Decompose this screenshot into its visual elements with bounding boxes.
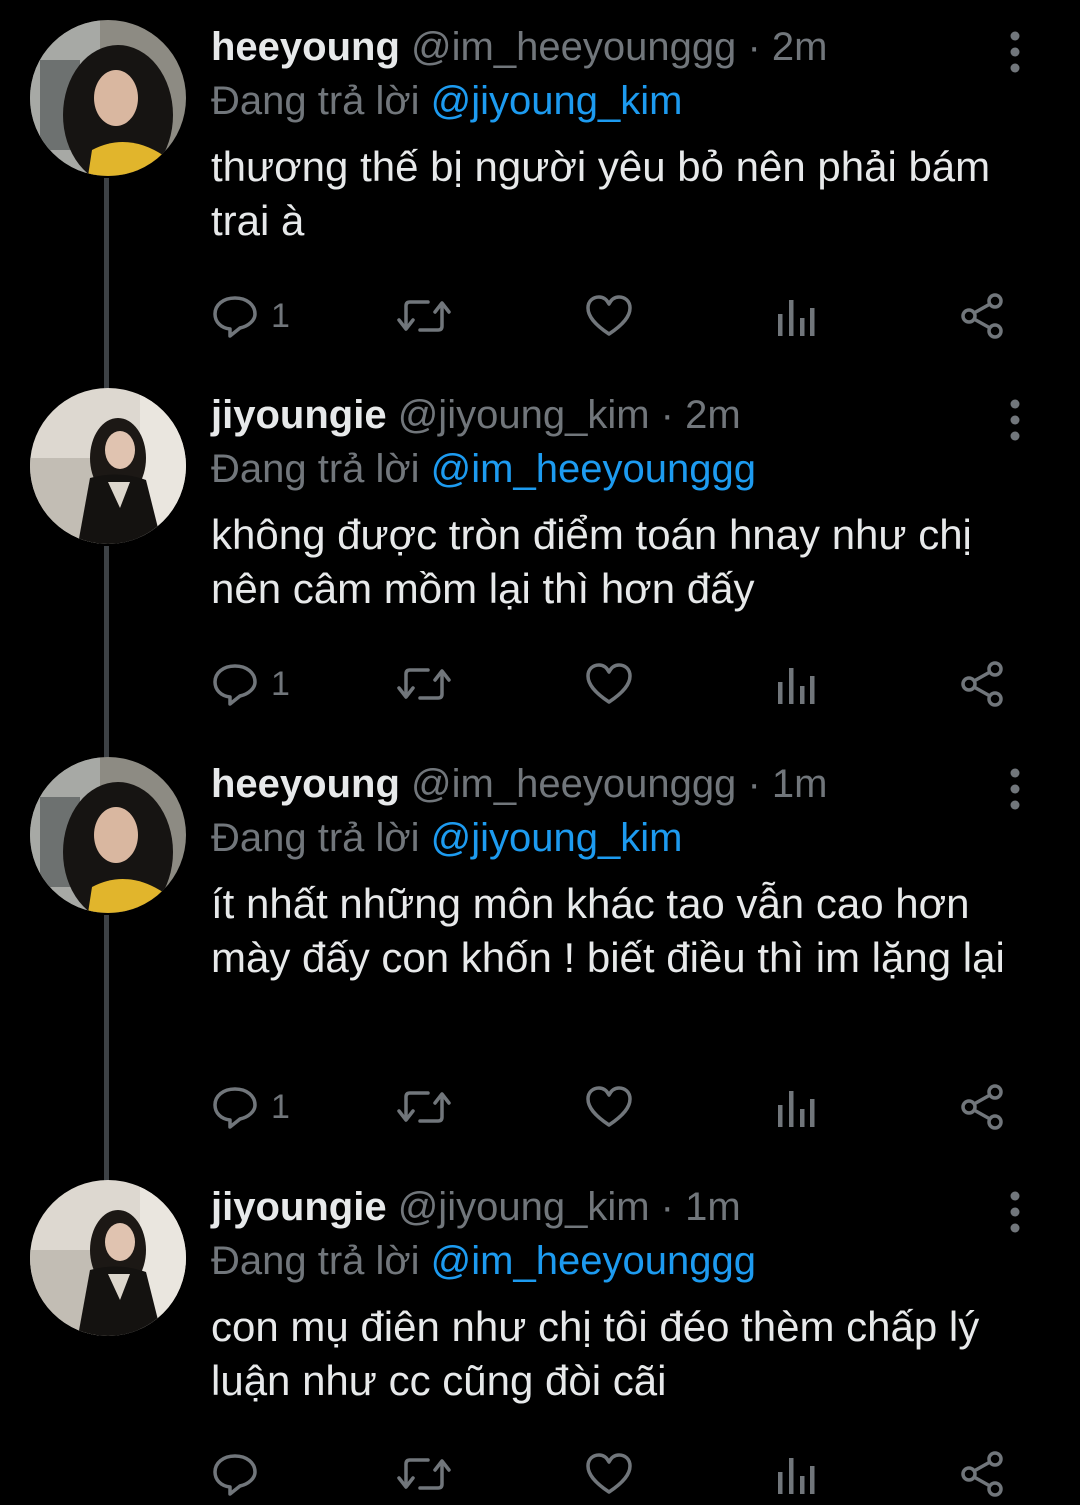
like-icon — [584, 292, 634, 340]
share-icon — [959, 1083, 1005, 1131]
analytics-icon — [774, 1083, 818, 1131]
reply-icon — [211, 1083, 259, 1131]
like-button[interactable] — [584, 1077, 634, 1137]
like-icon — [584, 660, 634, 708]
user-handle[interactable]: @jiyoung_kim — [398, 393, 650, 437]
action-bar: 1 — [211, 654, 1011, 714]
separator-dot: · — [747, 762, 761, 806]
retweet-icon — [396, 1083, 452, 1131]
separator-dot: · — [660, 1185, 674, 1229]
retweet-button[interactable] — [396, 654, 452, 714]
more-vertical-icon[interactable] — [1000, 767, 1030, 811]
action-bar — [211, 1444, 1011, 1504]
reply-to-mention[interactable]: @im_heeyounggg — [431, 1239, 756, 1283]
share-icon — [959, 660, 1005, 708]
separator-dot: · — [747, 25, 761, 69]
like-button[interactable] — [584, 286, 634, 346]
tweet-text: con mụ điên như chị tôi đéo thèm chấp lý… — [211, 1303, 980, 1404]
like-icon — [584, 1450, 634, 1498]
tweet[interactable]: jiyoungie @jiyoung_kim · 2m Đang trả lời… — [0, 368, 1080, 738]
reply-icon — [211, 292, 259, 340]
display-name[interactable]: heeyoung — [211, 762, 400, 806]
analytics-button[interactable] — [774, 1077, 818, 1137]
avatar[interactable] — [30, 388, 186, 544]
reply-count: 1 — [271, 296, 290, 335]
share-button[interactable] — [959, 1444, 1005, 1504]
analytics-button[interactable] — [774, 286, 818, 346]
retweet-icon — [396, 660, 452, 708]
display-name[interactable]: jiyoungie — [211, 1185, 387, 1229]
reply-button[interactable]: 1 — [211, 286, 290, 346]
more-vertical-icon[interactable] — [1000, 398, 1030, 442]
like-button[interactable] — [584, 1444, 634, 1504]
analytics-icon — [774, 292, 818, 340]
reply-prefix: Đang trả lời — [211, 447, 420, 491]
display-name[interactable]: heeyoung — [211, 25, 400, 69]
avatar[interactable] — [30, 757, 186, 913]
tweet-text: ít nhất những môn khác tao vẫn cao hơn m… — [211, 880, 1005, 981]
timestamp[interactable]: 1m — [685, 1185, 741, 1229]
separator-dot: · — [660, 393, 674, 437]
reply-button[interactable]: 1 — [211, 1077, 290, 1137]
tweet-text: thương thế bị người yêu bỏ nên phải bám … — [211, 143, 991, 244]
reply-icon — [211, 660, 259, 708]
action-bar: 1 — [211, 286, 1011, 346]
retweet-icon — [396, 1450, 452, 1498]
tweet[interactable]: heeyoung @im_heeyounggg · 1m Đang trả lờ… — [0, 737, 1080, 1167]
reply-button[interactable]: 1 — [211, 654, 290, 714]
more-vertical-icon[interactable] — [1000, 30, 1030, 74]
share-button[interactable] — [959, 654, 1005, 714]
avatar[interactable] — [30, 20, 186, 176]
reply-icon — [211, 1450, 259, 1498]
share-button[interactable] — [959, 1077, 1005, 1137]
analytics-icon — [774, 1450, 818, 1498]
retweet-button[interactable] — [396, 1444, 452, 1504]
analytics-icon — [774, 660, 818, 708]
timestamp[interactable]: 2m — [772, 25, 828, 69]
reply-count: 1 — [271, 1087, 290, 1126]
reply-prefix: Đang trả lời — [211, 79, 420, 123]
user-handle[interactable]: @im_heeyounggg — [411, 25, 736, 69]
retweet-button[interactable] — [396, 1077, 452, 1137]
more-vertical-icon[interactable] — [1000, 1190, 1030, 1234]
reply-to-mention[interactable]: @jiyoung_kim — [431, 79, 683, 123]
timestamp[interactable]: 1m — [772, 762, 828, 806]
analytics-button[interactable] — [774, 654, 818, 714]
reply-button[interactable] — [211, 1444, 271, 1504]
like-icon — [584, 1083, 634, 1131]
like-button[interactable] — [584, 654, 634, 714]
tweet[interactable]: jiyoungie @jiyoung_kim · 1m Đang trả lời… — [0, 1160, 1080, 1505]
tweet-text: không được tròn điểm toán hnay như chị n… — [211, 511, 972, 612]
reply-to-mention[interactable]: @im_heeyounggg — [431, 447, 756, 491]
share-button[interactable] — [959, 286, 1005, 346]
share-icon — [959, 292, 1005, 340]
reply-prefix: Đang trả lời — [211, 1239, 420, 1283]
user-handle[interactable]: @jiyoung_kim — [398, 1185, 650, 1229]
action-bar: 1 — [211, 1077, 1011, 1137]
reply-to-mention[interactable]: @jiyoung_kim — [431, 816, 683, 860]
avatar[interactable] — [30, 1180, 186, 1336]
retweet-icon — [396, 292, 452, 340]
reply-count: 1 — [271, 664, 290, 703]
timestamp[interactable]: 2m — [685, 393, 741, 437]
analytics-button[interactable] — [774, 1444, 818, 1504]
tweet[interactable]: heeyoung @im_heeyounggg · 2m Đang trả lờ… — [0, 0, 1080, 370]
user-handle[interactable]: @im_heeyounggg — [411, 762, 736, 806]
display-name[interactable]: jiyoungie — [211, 393, 387, 437]
reply-prefix: Đang trả lời — [211, 816, 420, 860]
retweet-button[interactable] — [396, 286, 452, 346]
share-icon — [959, 1450, 1005, 1498]
